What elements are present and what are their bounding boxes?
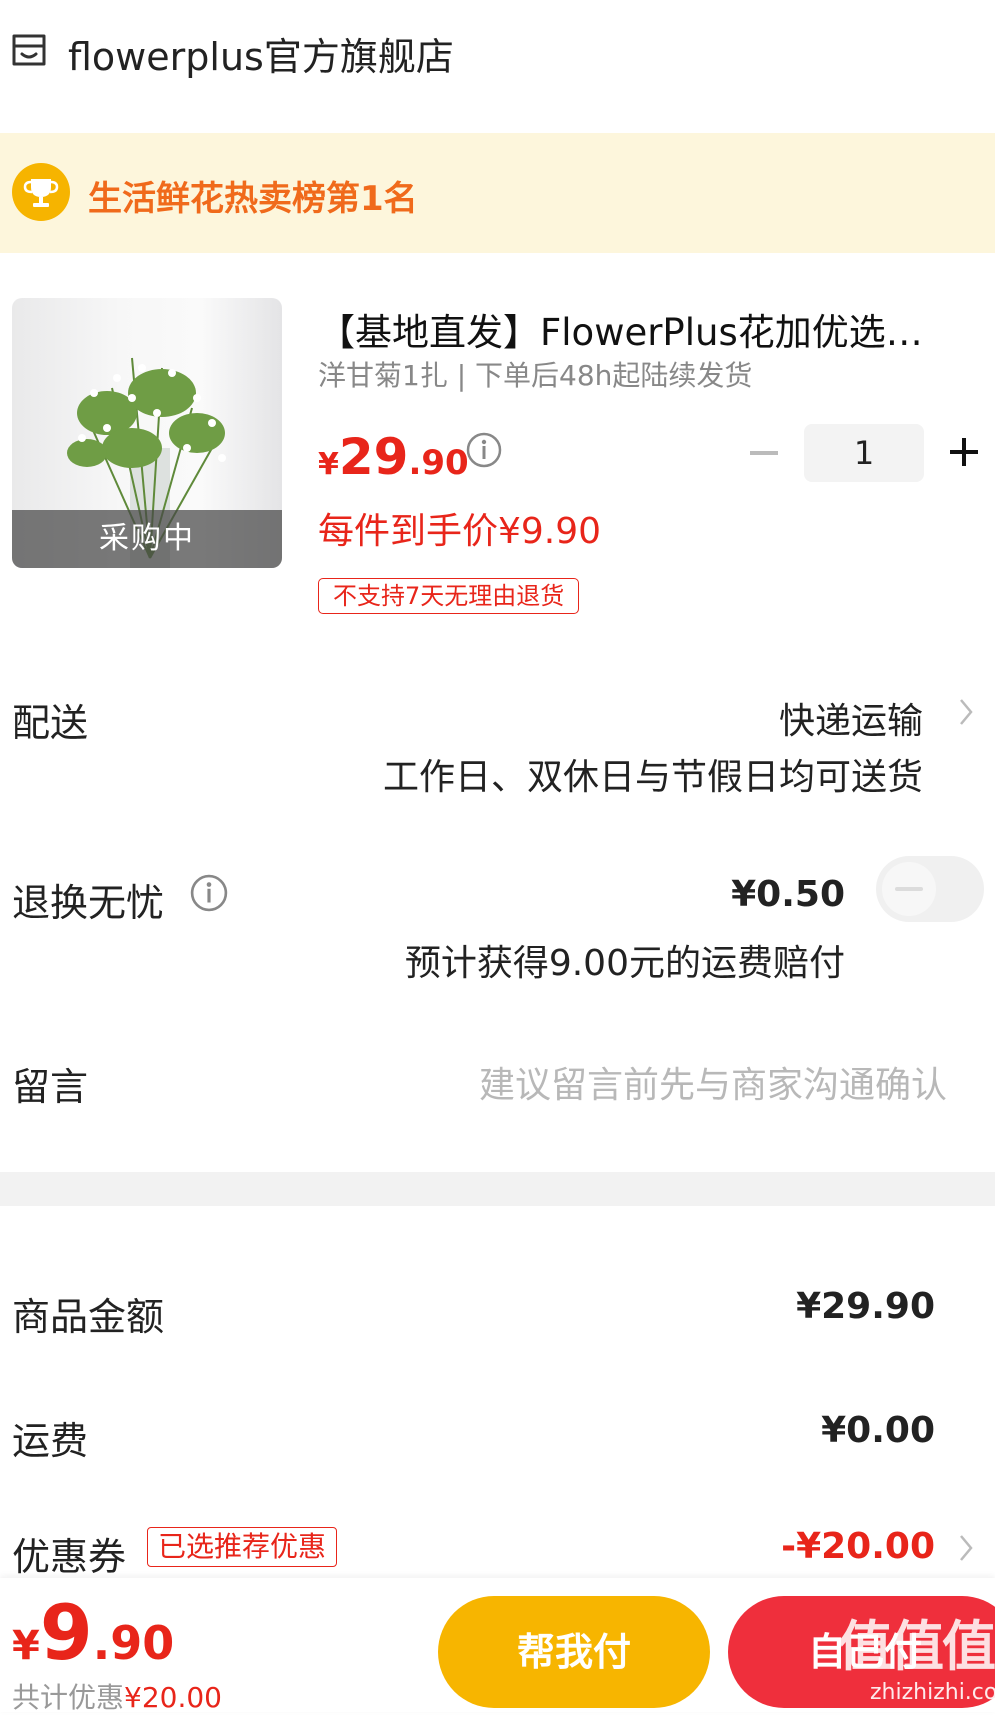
chevron-right-icon[interactable] xyxy=(956,1530,976,1575)
delivery-note: 工作日、双休日与节假日均可送货 xyxy=(382,757,923,798)
discount-value: ¥20.00 xyxy=(124,1681,222,1714)
price-currency: ¥ xyxy=(318,447,339,482)
store-name[interactable]: flowerplus官方旗舰店 xyxy=(68,26,454,81)
help-pay-button[interactable]: 帮我付 xyxy=(438,1596,710,1708)
info-icon[interactable] xyxy=(190,874,228,912)
product-image[interactable]: 采购中 xyxy=(12,298,282,568)
purchasing-badge: 采购中 xyxy=(12,510,282,568)
toggle-knob xyxy=(882,862,936,916)
watermark-logo: 值值值 xyxy=(838,1615,995,1678)
quantity-input[interactable]: 1 xyxy=(804,424,924,482)
trophy-icon xyxy=(12,163,70,221)
price-decimal: .90 xyxy=(408,443,469,483)
ranking-text: 生活鲜花热卖榜第1名 xyxy=(88,179,418,219)
coupon-tag: 已选推荐优惠 xyxy=(147,1527,338,1567)
total-price: ¥9.90 xyxy=(12,1588,174,1677)
delivery-method[interactable]: 快递运输 xyxy=(779,692,923,744)
shipping-label: 运费 xyxy=(12,1419,89,1463)
no-return-tag: 不支持7天无理由退货 xyxy=(318,578,580,614)
discount-prefix: 共计优惠 xyxy=(12,1681,125,1714)
total-discount: 共计优惠¥20.00 xyxy=(12,1676,222,1716)
total-integer: 9 xyxy=(39,1588,93,1677)
shipping-value: ¥0.00 xyxy=(821,1410,935,1451)
total-decimal: .90 xyxy=(92,1616,175,1670)
delivery-label: 配送 xyxy=(12,701,89,745)
coupon-label: 优惠券 xyxy=(12,1535,127,1579)
product-title[interactable]: 【基地直发】FlowerPlus花加优选… xyxy=(318,302,958,356)
goods-amount-value: ¥29.90 xyxy=(796,1286,935,1327)
return-insurance-toggle[interactable] xyxy=(876,856,984,922)
product-spec[interactable]: 洋甘菊1扎 | 下单后48h起陆续发货 xyxy=(318,354,752,394)
product-price: ¥29.90 xyxy=(318,428,469,486)
message-input[interactable]: 建议留言前先与商家沟通确认 xyxy=(479,1056,947,1108)
store-icon xyxy=(10,30,48,68)
unit-price: 每件到手价¥9.90 xyxy=(318,511,602,552)
goods-amount-label: 商品金额 xyxy=(12,1295,165,1339)
section-divider xyxy=(0,1172,995,1206)
price-integer: 29 xyxy=(338,428,409,486)
quantity-minus-button[interactable] xyxy=(744,438,784,468)
info-icon[interactable] xyxy=(466,432,502,468)
chevron-right-icon[interactable] xyxy=(956,694,976,739)
return-insurance-note: 预计获得9.00元的运费赔付 xyxy=(404,943,845,984)
return-insurance-label: 退换无忧 xyxy=(12,881,165,925)
watermark-url: zhizhizhi.com xyxy=(870,1680,995,1705)
quantity-plus-button[interactable] xyxy=(944,432,984,472)
return-insurance-price: ¥0.50 xyxy=(731,874,845,915)
total-currency: ¥ xyxy=(12,1623,40,1669)
coupon-value[interactable]: -¥20.00 xyxy=(781,1526,935,1567)
message-label: 留言 xyxy=(12,1065,89,1109)
